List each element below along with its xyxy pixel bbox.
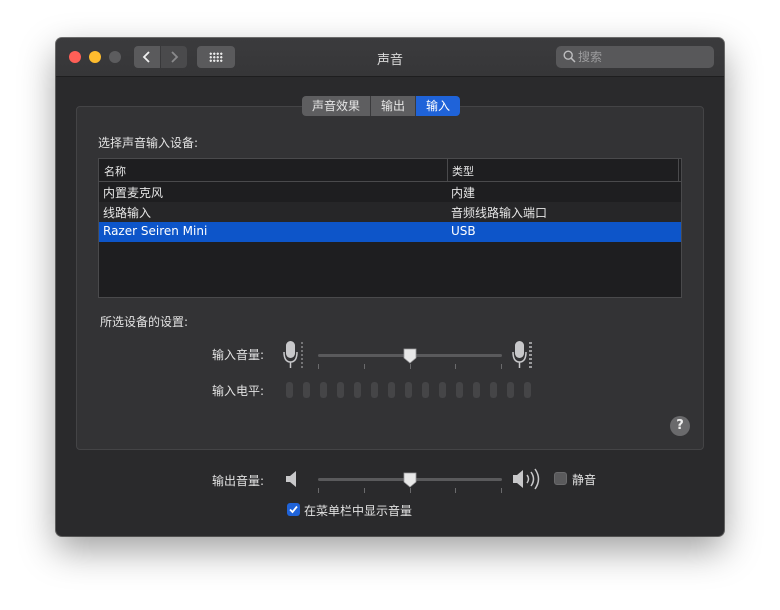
input-level-segment bbox=[490, 382, 497, 398]
input-volume-slider-thumb[interactable] bbox=[403, 348, 417, 364]
show-volume-in-menubar-label: 在菜单栏中显示音量 bbox=[304, 504, 413, 518]
help-button[interactable]: ? bbox=[670, 416, 690, 436]
input-level-segment bbox=[473, 382, 480, 398]
input-device-table[interactable]: 名称 类型 内置麦克风 内建 线路输入 音频线路输入端口 Razer Seire… bbox=[98, 158, 682, 298]
input-level-segment bbox=[303, 382, 310, 398]
device-type: USB bbox=[451, 224, 476, 238]
column-divider bbox=[447, 159, 448, 181]
slider-tick bbox=[409, 364, 411, 369]
input-level-segment bbox=[422, 382, 429, 398]
show-volume-in-menubar-checkbox[interactable] bbox=[287, 503, 300, 516]
input-level-segment bbox=[354, 382, 361, 398]
device-type: 内建 bbox=[451, 186, 476, 200]
slider-tick bbox=[363, 364, 365, 369]
microphone-low-icon bbox=[283, 341, 303, 368]
slider-tick bbox=[501, 364, 502, 369]
mute-label: 静音 bbox=[572, 473, 597, 487]
device-name: Razer Seiren Mini bbox=[103, 224, 208, 238]
checkmark-icon bbox=[289, 505, 298, 514]
column-header-name[interactable]: 名称 bbox=[104, 163, 126, 179]
tab-input[interactable]: 输入 bbox=[416, 96, 461, 116]
output-volume-ticks bbox=[318, 488, 502, 494]
input-level-segment bbox=[388, 382, 395, 398]
input-level-segment bbox=[337, 382, 344, 398]
input-level-segment bbox=[456, 382, 463, 398]
device-name: 内置麦克风 bbox=[103, 186, 164, 200]
title-bar: 声音 bbox=[56, 38, 724, 77]
input-level-segment bbox=[286, 382, 293, 398]
input-level-label: 输入电平: bbox=[212, 384, 265, 398]
table-header: 名称 类型 bbox=[99, 159, 681, 182]
slider-tick bbox=[318, 488, 319, 493]
slider-tick bbox=[455, 364, 457, 369]
output-volume-slider-thumb[interactable] bbox=[403, 472, 417, 488]
speaker-high-icon bbox=[513, 468, 540, 490]
device-name: 线路输入 bbox=[103, 206, 152, 220]
device-list-heading: 选择声音输入设备: bbox=[98, 136, 199, 150]
input-level-segment bbox=[507, 382, 514, 398]
slider-tick bbox=[501, 488, 502, 493]
search-icon bbox=[563, 50, 576, 63]
table-row[interactable]: 内置麦克风 内建 bbox=[99, 182, 681, 202]
table-row[interactable]: 线路输入 音频线路输入端口 bbox=[99, 202, 681, 222]
slider-tick bbox=[455, 488, 457, 493]
input-volume-label: 输入音量: bbox=[212, 348, 265, 362]
table-row-selected[interactable]: Razer Seiren Mini USB bbox=[99, 222, 681, 242]
slider-tick bbox=[409, 488, 411, 493]
mute-checkbox[interactable] bbox=[554, 472, 567, 485]
slider-tick bbox=[363, 488, 365, 493]
column-header-type[interactable]: 类型 bbox=[452, 163, 474, 179]
input-level-segment bbox=[320, 382, 327, 398]
slider-tick bbox=[318, 364, 319, 369]
input-level-segment bbox=[371, 382, 378, 398]
input-level-segment bbox=[405, 382, 412, 398]
search-field[interactable] bbox=[556, 46, 714, 68]
tab-sound-effects[interactable]: 声音效果 bbox=[302, 96, 372, 116]
input-volume-ticks bbox=[318, 364, 502, 370]
speaker-low-icon bbox=[286, 471, 296, 487]
column-divider bbox=[678, 159, 679, 181]
tab-output[interactable]: 输出 bbox=[371, 96, 417, 116]
search-input[interactable] bbox=[578, 46, 708, 68]
output-volume-label: 输出音量: bbox=[212, 474, 265, 488]
selected-device-settings-heading: 所选设备的设置: bbox=[100, 315, 189, 329]
microphone-high-icon bbox=[512, 341, 532, 368]
input-level-segment bbox=[439, 382, 446, 398]
input-level-segment bbox=[524, 382, 531, 398]
sound-preferences-window: 声音 声音效果 输出 输入 选择声音输入设备: 名称 类型 内置麦克风 内建 线… bbox=[56, 38, 724, 536]
tab-bar: 声音效果 输出 输入 bbox=[302, 96, 461, 116]
device-type: 音频线路输入端口 bbox=[451, 206, 548, 220]
